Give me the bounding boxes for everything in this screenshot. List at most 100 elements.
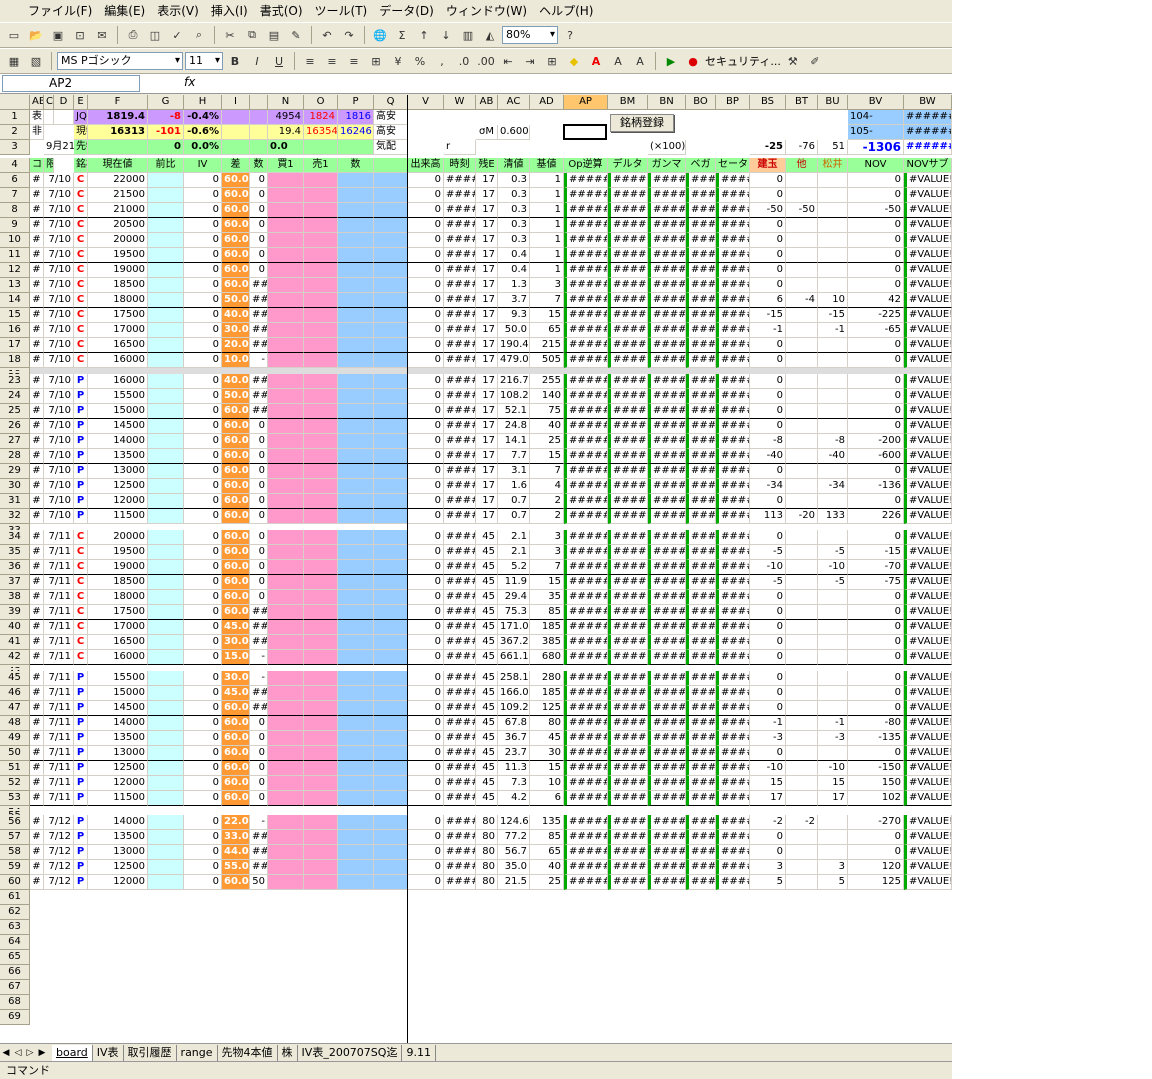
column-label[interactable]: 前比: [148, 158, 184, 173]
register-stock-button[interactable]: 銘柄登録: [610, 114, 674, 132]
ask-qty[interactable]: [374, 791, 408, 806]
cell[interactable]: #: [30, 575, 44, 590]
greek-value[interactable]: ######: [608, 449, 648, 464]
greek-value[interactable]: ####: [686, 731, 716, 746]
position-other[interactable]: [786, 701, 818, 716]
bid1[interactable]: [304, 671, 338, 686]
greek-value[interactable]: ######: [608, 860, 648, 875]
base-price[interactable]: 280: [530, 671, 564, 686]
nov-value[interactable]: -80: [848, 716, 904, 731]
greek-value[interactable]: ####: [716, 464, 750, 479]
greek-value[interactable]: ######: [608, 308, 648, 323]
days-left[interactable]: 17: [476, 263, 498, 278]
greek-value[interactable]: ####: [686, 560, 716, 575]
nov-value[interactable]: -135: [848, 731, 904, 746]
greek-value[interactable]: ######: [608, 650, 648, 665]
greek-value[interactable]: ######: [608, 188, 648, 203]
greek-value[interactable]: ####: [716, 830, 750, 845]
settle-price[interactable]: 7.7: [498, 449, 530, 464]
column-header[interactable]: F: [88, 95, 148, 110]
greek-value[interactable]: ######: [608, 746, 648, 761]
time[interactable]: ####: [444, 464, 476, 479]
nov-sub[interactable]: #VALUE!: [904, 860, 952, 875]
ask1[interactable]: [338, 671, 374, 686]
position-other[interactable]: [786, 635, 818, 650]
column-label[interactable]: ガンマ: [648, 158, 686, 173]
position[interactable]: -10: [750, 560, 786, 575]
currency-icon[interactable]: ¥: [388, 51, 408, 71]
volume[interactable]: 0: [408, 188, 444, 203]
option-type[interactable]: C: [74, 173, 88, 188]
greek-value[interactable]: ######: [564, 845, 608, 860]
settle-price[interactable]: 24.8: [498, 419, 530, 434]
position-other[interactable]: [786, 434, 818, 449]
settle-price[interactable]: 0.3: [498, 233, 530, 248]
prev-change[interactable]: 0: [184, 875, 222, 890]
settle-price[interactable]: 171.0: [498, 620, 530, 635]
greek-value[interactable]: ######: [608, 635, 648, 650]
position-matsui[interactable]: -10: [818, 560, 848, 575]
diff-value[interactable]: ##: [250, 620, 268, 635]
days-left[interactable]: 17: [476, 479, 498, 494]
row-header[interactable]: 28: [0, 449, 30, 464]
strike-price[interactable]: 20500: [88, 218, 148, 233]
time[interactable]: ####: [444, 509, 476, 524]
nov-sub[interactable]: #VALUE!: [904, 494, 952, 509]
ask1[interactable]: [338, 731, 374, 746]
menu-item[interactable]: ファイル(F): [22, 0, 98, 22]
diff-value[interactable]: ##: [250, 845, 268, 860]
position[interactable]: 0: [750, 248, 786, 263]
position[interactable]: -1: [750, 716, 786, 731]
expiry-month[interactable]: 7/10: [44, 218, 74, 233]
option-type[interactable]: C: [74, 590, 88, 605]
bid1[interactable]: [304, 509, 338, 524]
ask1[interactable]: [338, 776, 374, 791]
current-price[interactable]: [148, 545, 184, 560]
cell[interactable]: #: [30, 308, 44, 323]
time[interactable]: ####: [444, 419, 476, 434]
ask-qty[interactable]: [374, 686, 408, 701]
position-matsui[interactable]: 3: [818, 860, 848, 875]
position-matsui[interactable]: [818, 374, 848, 389]
greek-value[interactable]: ######: [564, 590, 608, 605]
position[interactable]: 6: [750, 293, 786, 308]
current-price[interactable]: [148, 434, 184, 449]
nov-value[interactable]: 0: [848, 746, 904, 761]
volume[interactable]: 0: [408, 218, 444, 233]
greek-value[interactable]: ######: [648, 203, 686, 218]
option-type[interactable]: P: [74, 875, 88, 890]
iv-value[interactable]: 60.0: [222, 449, 250, 464]
diff-value[interactable]: 0: [250, 530, 268, 545]
nov-value[interactable]: -200: [848, 434, 904, 449]
column-label[interactable]: セータ: [716, 158, 750, 173]
cell[interactable]: #: [30, 860, 44, 875]
greek-value[interactable]: ######: [564, 263, 608, 278]
row-header[interactable]: 57: [0, 830, 30, 845]
days-left[interactable]: 45: [476, 776, 498, 791]
diff-value[interactable]: 0: [250, 203, 268, 218]
current-price[interactable]: [148, 605, 184, 620]
nov-value[interactable]: 120: [848, 860, 904, 875]
strike-price[interactable]: 11500: [88, 509, 148, 524]
greek-value[interactable]: ######: [648, 635, 686, 650]
days-left[interactable]: 17: [476, 188, 498, 203]
nov-sub[interactable]: #VALUE!: [904, 404, 952, 419]
base-price[interactable]: 35: [530, 590, 564, 605]
strike-price[interactable]: 16000: [88, 353, 148, 368]
cell[interactable]: #: [30, 530, 44, 545]
bid1[interactable]: [304, 248, 338, 263]
greek-value[interactable]: ######: [564, 404, 608, 419]
settle-price[interactable]: 0.7: [498, 494, 530, 509]
row-header[interactable]: 62: [0, 905, 30, 920]
greek-value[interactable]: ######: [648, 449, 686, 464]
bid1[interactable]: [268, 545, 304, 560]
diff-value[interactable]: ##: [250, 701, 268, 716]
greek-value[interactable]: ######: [608, 218, 648, 233]
iv-value[interactable]: 60.0: [222, 560, 250, 575]
nov-value[interactable]: 0: [848, 701, 904, 716]
ask1[interactable]: [338, 650, 374, 665]
bid1[interactable]: [304, 590, 338, 605]
ask1[interactable]: [338, 830, 374, 845]
greek-value[interactable]: ######: [564, 464, 608, 479]
iv-value[interactable]: 60.0: [222, 494, 250, 509]
